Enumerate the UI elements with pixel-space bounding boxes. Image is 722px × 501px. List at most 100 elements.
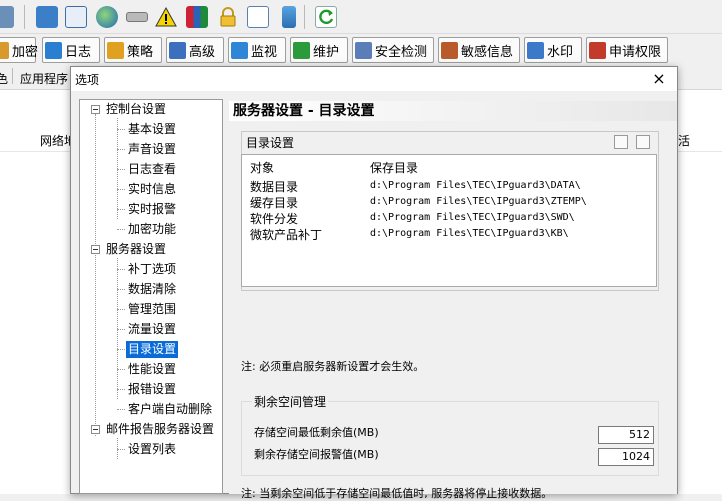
tree-node-error-report-settings[interactable]: 报错设置 [126, 381, 178, 398]
report-icon[interactable] [0, 6, 14, 28]
tab-label: 水印 [547, 44, 574, 60]
tab-encrypt[interactable]: 加密 [0, 37, 38, 63]
min-space-input[interactable]: 512 [598, 426, 654, 444]
collapse-icon[interactable] [91, 105, 100, 114]
tab-label: 监视 [251, 44, 278, 60]
hardware-icon[interactable] [126, 12, 148, 22]
tree-node-patch-options[interactable]: 补丁选项 [126, 261, 178, 278]
tree-node-console-settings[interactable]: 控制台设置 [104, 101, 168, 118]
encrypt-icon [0, 41, 9, 59]
options-dialog: 选项 × 控制台设置 基本设置 声音设置 日志查看 实时信息 实时报警 加密功能… [70, 66, 678, 500]
tree-node-mail-report-server[interactable]: 邮件报告服务器设置 [104, 421, 216, 438]
collapse-icon[interactable] [91, 425, 100, 434]
tree-line [117, 349, 125, 350]
maintain-icon [293, 41, 310, 59]
collapse-icon[interactable] [91, 245, 100, 254]
truncated-label: 色 [0, 72, 9, 86]
close-icon[interactable]: × [649, 69, 669, 88]
tree-node-client-auto-delete[interactable]: 客户端自动删除 [126, 401, 214, 418]
settings-tree[interactable]: 控制台设置 基本设置 声音设置 日志查看 实时信息 实时报警 加密功能 服务器设… [79, 99, 223, 494]
tab-advanced[interactable]: 高级 [166, 37, 224, 63]
row-dir[interactable]: d:\Program Files\TEC\IPguard3\SWD\ [370, 212, 575, 223]
monitor-icon [231, 41, 248, 59]
tab-maintain[interactable]: 维护 [290, 37, 348, 63]
tree-node-traffic-settings[interactable]: 流量设置 [126, 321, 178, 338]
toolbar-separator [24, 5, 25, 29]
tree-line [117, 149, 125, 150]
row-object[interactable]: 缓存目录 [250, 194, 298, 211]
tab-label: 日志 [65, 44, 92, 60]
tree-node-management-scope[interactable]: 管理范围 [126, 301, 178, 318]
globe-icon[interactable] [96, 6, 118, 28]
directory-list[interactable]: 对象 保存目录 数据目录 d:\Program Files\TEC\IPguar… [241, 154, 657, 287]
group-title: 剩余空间管理 [252, 393, 329, 410]
restart-note: 注: 必须重启服务器新设置才会生效。 [241, 360, 425, 373]
sensitive-info-icon [441, 41, 458, 59]
alarm-space-label: 剩余存储空间报警值(MB) [254, 448, 379, 461]
tab-bar: 加密 日志 策略 高级 监视 维护 安全检测 敏感信息 水印 申请权限 [0, 36, 722, 64]
tree-node-directory-settings[interactable]: 目录设置 [126, 341, 179, 358]
tree-line [117, 269, 125, 270]
tree-line [117, 329, 125, 330]
tab-request-permission[interactable]: 申请权限 [586, 37, 668, 63]
tab-label: 高级 [189, 44, 216, 60]
tab-log[interactable]: 日志 [42, 37, 100, 63]
tree-node-sound-settings[interactable]: 声音设置 [126, 141, 178, 158]
tab-monitor[interactable]: 监视 [228, 37, 286, 63]
tree-node-realtime-alarm[interactable]: 实时报警 [126, 201, 178, 218]
tab-label: 维护 [313, 44, 340, 60]
tree-line [117, 169, 125, 170]
row-dir[interactable]: d:\Program Files\TEC\IPguard3\ZTEMP\ [370, 196, 587, 207]
tab-policy[interactable]: 策略 [104, 37, 162, 63]
tree-node-basic-settings[interactable]: 基本设置 [126, 121, 178, 138]
tab-label: 敏感信息 [461, 44, 514, 60]
tree-line [117, 409, 125, 410]
tree-line [117, 229, 125, 230]
advanced-icon [169, 41, 186, 59]
toolbar-separator [304, 5, 305, 29]
reset-icon[interactable] [614, 135, 628, 149]
dialog-title: 选项 [75, 73, 100, 87]
tree-line [117, 309, 125, 310]
tree-line [117, 369, 125, 370]
tree-node-performance-settings[interactable]: 性能设置 [126, 361, 178, 378]
alarm-space-input[interactable]: 1024 [598, 448, 654, 466]
app-menu[interactable]: 应用程序 [20, 70, 68, 87]
tab-sensitive-info[interactable]: 敏感信息 [438, 37, 520, 63]
tree-node-encryption[interactable]: 加密功能 [126, 221, 178, 238]
column-header-save-dir[interactable]: 保存目录 [370, 159, 418, 176]
tree-node-data-cleanup[interactable]: 数据清除 [126, 281, 178, 298]
row-object[interactable]: 微软产品补丁 [250, 226, 322, 243]
tab-label: 申请权限 [609, 44, 662, 60]
box-title: 目录设置 [246, 136, 295, 150]
network-icon[interactable] [36, 6, 58, 28]
watermark-icon [527, 41, 544, 59]
document-icon[interactable] [636, 135, 650, 149]
tree-line [117, 449, 125, 450]
column-header-activity[interactable]: 活 [678, 132, 690, 149]
warning-icon[interactable] [155, 6, 177, 28]
tree-line [117, 389, 125, 390]
tab-security-check[interactable]: 安全检测 [352, 37, 434, 63]
tab-watermark[interactable]: 水印 [524, 37, 582, 63]
policy-icon [107, 41, 124, 59]
tree-node-realtime-info[interactable]: 实时信息 [126, 181, 178, 198]
column-header-object[interactable]: 对象 [250, 159, 274, 176]
tree-node-server-settings[interactable]: 服务器设置 [104, 241, 168, 258]
row-object[interactable]: 软件分发 [250, 210, 298, 227]
tree-node-settings-list[interactable]: 设置列表 [126, 441, 178, 458]
dialog-titlebar: 选项 × [71, 67, 677, 91]
request-permission-icon [589, 41, 606, 59]
row-dir[interactable]: d:\Program Files\TEC\IPguard3\DATA\ [370, 180, 581, 191]
row-dir[interactable]: d:\Program Files\TEC\IPguard3\KB\ [370, 228, 569, 239]
mobile-icon[interactable] [282, 6, 296, 28]
lock-icon[interactable] [217, 6, 239, 28]
edit-icon[interactable] [247, 6, 269, 28]
security-check-icon [355, 41, 372, 59]
row-object[interactable]: 数据目录 [250, 178, 298, 195]
refresh-icon[interactable] [315, 6, 337, 28]
tree-node-log-view[interactable]: 日志查看 [126, 161, 178, 178]
calendar-icon[interactable] [65, 6, 87, 28]
main-toolbar [0, 0, 722, 34]
books-icon[interactable] [186, 6, 208, 28]
